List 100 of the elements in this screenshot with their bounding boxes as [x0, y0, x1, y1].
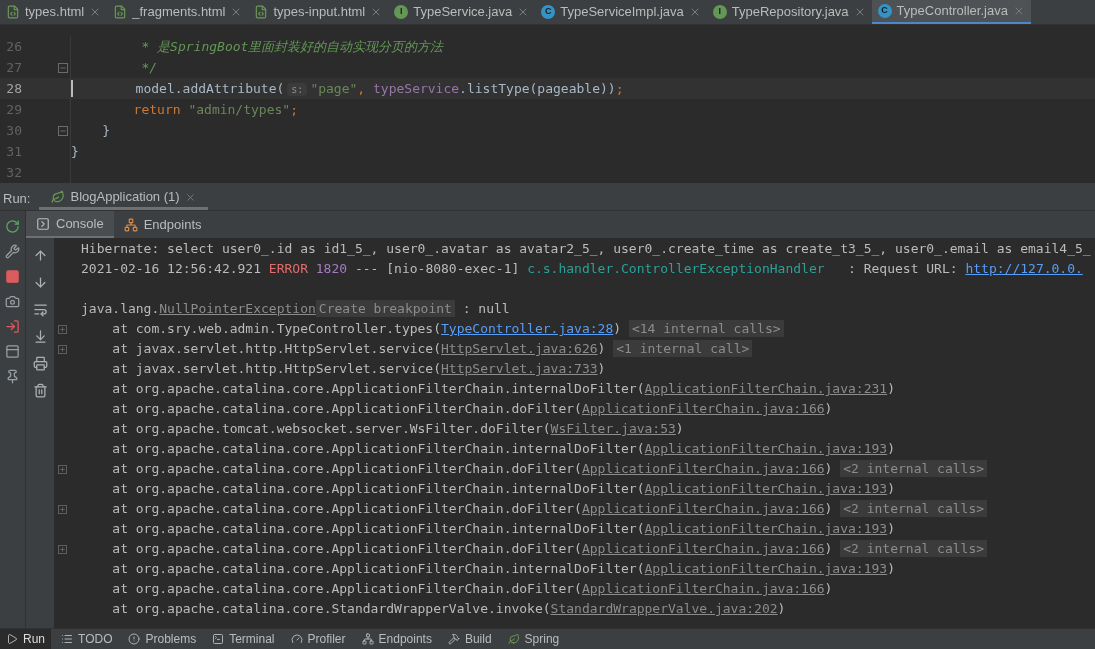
console-line: at org.apache.catalina.core.ApplicationFilterChain.internalDoFilter(ApplicationFilterChain.java:193) — [111, 480, 895, 499]
soft-wrap-icon[interactable] — [32, 302, 48, 317]
fold-icon[interactable] — [58, 125, 68, 136]
tool-window-button[interactable]: Terminal — [206, 629, 281, 649]
file-link[interactable]: ApplicationFilterChain.java:193 — [644, 481, 888, 497]
tool-window-button[interactable]: TODO — [55, 629, 119, 649]
java-file-icon: I — [394, 5, 409, 19]
expand-icon[interactable] — [58, 324, 67, 334]
parameter-hint: s: — [287, 82, 308, 96]
file-link[interactable]: WsFilter.java:53 — [550, 421, 676, 437]
file-link[interactable]: NullPointerException — [159, 301, 316, 317]
console-line: at org.apache.tomcat.websocket.server.WsFilter.doFilter(WsFilter.java:53) — [111, 420, 684, 439]
trash-icon[interactable] — [32, 383, 48, 398]
list-icon — [61, 633, 73, 645]
editor-tab[interactable]: I TypeService.java — [388, 0, 536, 24]
code-line: model.addAttribute( s: "page", typeService.listType(pageable)); — [134, 79, 624, 98]
file-link[interactable]: ApplicationFilterChain.java:193 — [644, 521, 888, 537]
file-link[interactable]: ApplicationFilterChain.java:166 — [581, 401, 825, 417]
tab-label: TypeRepository.java — [731, 3, 849, 22]
console-line: at org.apache.catalina.core.ApplicationFilterChain.internalDoFilter(ApplicationFilterChain.java:193) — [111, 440, 895, 459]
html-file-icon — [254, 5, 269, 19]
expand-icon[interactable] — [58, 344, 67, 354]
file-link[interactable]: HttpServlet.java:626 — [441, 341, 598, 357]
console-icon — [36, 216, 50, 231]
file-link[interactable]: ApplicationFilterChain.java:166 — [581, 581, 825, 597]
tab-label: types.html — [25, 3, 85, 22]
console-line: at javax.servlet.http.HttpServlet.service(HttpServlet.java:733) — [111, 360, 606, 379]
tool-window-button[interactable]: Profiler — [284, 629, 352, 649]
console-tab[interactable]: Console — [26, 211, 114, 238]
editor-tab[interactable]: types.html — [0, 0, 108, 24]
folded-calls-label[interactable]: Create breakpoint — [315, 300, 455, 318]
line-number: 30 — [5, 121, 22, 140]
pin-icon[interactable] — [5, 369, 20, 384]
problems-icon — [128, 633, 141, 645]
console-tab[interactable]: Endpoints — [113, 211, 212, 238]
editor-tab[interactable]: C TypeServiceImpl.java — [535, 0, 707, 24]
exit-icon[interactable] — [5, 319, 20, 334]
code-line: return "admin/types"; — [132, 100, 298, 119]
hammer-icon — [447, 633, 460, 645]
editor-tab[interactable]: _fragments.html — [107, 0, 249, 24]
expand-icon[interactable] — [58, 504, 67, 514]
console-line: at org.apache.catalina.core.ApplicationFilterChain.doFilter(ApplicationFilterChain.java:166) — [111, 580, 833, 599]
line-number: 27 — [5, 58, 22, 77]
folded-calls-label[interactable]: <2 internal calls> — [840, 540, 988, 558]
console-line: Hibernate: select user0_.id as id1_5_, user0_.avatar as avatar2_5_, user0_.create_time as create_t3_5_, user0_.email as email4_5_ — [81, 240, 1091, 259]
down-arrow-icon[interactable] — [32, 275, 48, 290]
file-link[interactable]: http://127.0.0. — [965, 261, 1083, 277]
console-line: java.lang.NullPointerException Create breakpoint : null — [81, 299, 510, 319]
layout-icon[interactable] — [5, 344, 20, 359]
file-link[interactable]: ApplicationFilterChain.java:166 — [581, 541, 825, 557]
folded-calls-label[interactable]: <2 internal calls> — [840, 460, 988, 478]
folded-calls-label[interactable]: <1 internal call> — [613, 340, 753, 358]
tool-window-button[interactable]: Run — [0, 629, 51, 649]
fold-icon[interactable] — [58, 62, 68, 73]
endpoints-icon — [123, 217, 138, 232]
profiler-icon — [290, 633, 303, 645]
java-file-icon: I — [712, 5, 727, 19]
leaf-icon — [51, 190, 66, 204]
tool-window-button[interactable]: Problems — [122, 629, 203, 649]
wrench-icon[interactable] — [5, 244, 20, 259]
editor-tab[interactable]: C TypeController.java — [871, 0, 1031, 24]
console-line: at org.apache.catalina.core.ApplicationFilterChain.doFilter(ApplicationFilterChain.java:166) <2 internal calls> — [81, 499, 988, 519]
line-number: 29 — [5, 100, 22, 119]
file-link[interactable]: HttpServlet.java:733 — [441, 361, 598, 377]
tab-label: _fragments.html — [132, 3, 226, 22]
editor-tab[interactable]: types-input.html — [248, 0, 389, 24]
run-label: Run: — [2, 189, 32, 208]
console-line: at com.sry.web.admin.TypeController.types(TypeController.java:28) <14 internal calls> — [81, 319, 784, 339]
rerun-icon[interactable] — [5, 219, 20, 234]
text-caret — [71, 80, 73, 97]
file-link[interactable]: ApplicationFilterChain.java:193 — [644, 441, 888, 457]
endpoints-icon — [361, 633, 374, 645]
file-link[interactable]: ApplicationFilterChain.java:166 — [581, 461, 825, 477]
tool-window-button[interactable]: Spring — [501, 629, 566, 649]
close-icon[interactable] — [184, 191, 196, 203]
terminal-icon — [212, 633, 225, 645]
file-link[interactable]: TypeController.java:28 — [441, 321, 614, 337]
line-number: 28 — [5, 79, 22, 98]
console-line: at org.apache.catalina.core.ApplicationFilterChain.internalDoFilter(ApplicationFilterChain.java:193) — [111, 560, 895, 579]
tool-window-button[interactable]: Build — [441, 629, 498, 649]
tool-window-button[interactable]: Endpoints — [355, 629, 438, 649]
tab-label: TypeService.java — [413, 3, 513, 22]
camera-icon[interactable] — [5, 294, 20, 309]
file-link[interactable]: ApplicationFilterChain.java:231 — [644, 381, 888, 397]
leaf-icon — [507, 633, 520, 645]
expand-icon[interactable] — [58, 464, 67, 474]
folded-calls-label[interactable]: <2 internal calls> — [840, 500, 988, 518]
file-link[interactable]: StandardWrapperValve.java:202 — [550, 601, 778, 617]
tab-label: TypeServiceImpl.java — [560, 3, 684, 22]
console-line: at org.apache.catalina.core.ApplicationFilterChain.doFilter(ApplicationFilterChain.java:166) <2 internal calls> — [81, 539, 988, 559]
console-line: at org.apache.catalina.core.ApplicationFilterChain.doFilter(ApplicationFilterChain.java:166) <2 internal calls> — [81, 459, 988, 479]
file-link[interactable]: ApplicationFilterChain.java:166 — [581, 501, 825, 517]
file-link[interactable]: ApplicationFilterChain.java:193 — [644, 561, 888, 577]
expand-icon[interactable] — [58, 544, 67, 554]
code-line: } — [71, 142, 79, 161]
print-icon[interactable] — [32, 356, 48, 371]
stop-icon[interactable] — [5, 269, 20, 284]
folded-calls-label[interactable]: <14 internal calls> — [628, 320, 784, 338]
line-number: 26 — [5, 37, 22, 56]
editor-tab[interactable]: I TypeRepository.java — [706, 0, 872, 24]
